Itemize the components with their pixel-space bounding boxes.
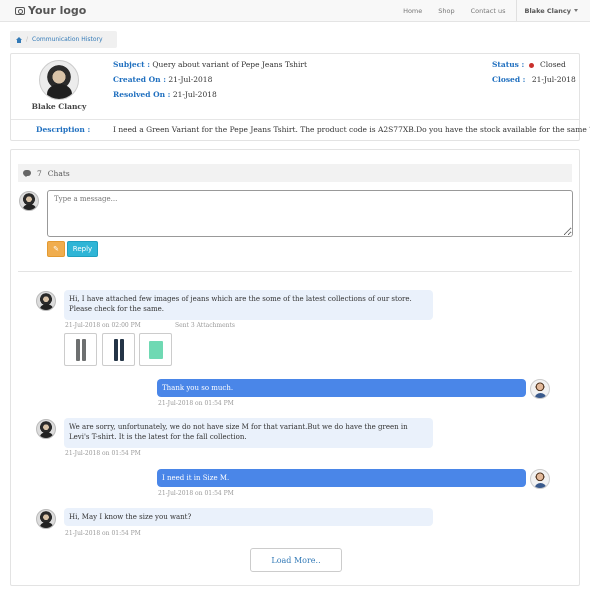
message-timestamp: 21-Jul-2018 on 01:54 PM <box>65 530 141 537</box>
avatar <box>530 469 550 489</box>
message-timestamp: 21-Jul-2018 on 01:54 PM <box>158 400 234 407</box>
message-bubble-incoming: Hi, I have attached few images of jeans … <box>64 290 433 320</box>
ticket-divider <box>11 119 579 120</box>
message-bubble-outgoing: Thank you so much. <box>157 379 526 397</box>
jeans-image-icon <box>75 338 86 361</box>
created-field: Created On : 21-Jul-2018 <box>113 75 212 84</box>
created-value: 21-Jul-2018 <box>168 75 213 84</box>
avatar <box>36 509 56 529</box>
chat-count: 7 <box>37 168 42 178</box>
message-bubble-incoming: Hi, May I know the size you want? <box>64 508 433 526</box>
created-label: Created On : <box>113 75 167 84</box>
description-label-wrap: Description : <box>36 125 90 134</box>
message-bubble-outgoing: I need it in Size M. <box>157 469 526 487</box>
comments-icon <box>23 170 31 177</box>
breadcrumb: / Communication History <box>10 31 117 48</box>
closed-field: Closed : 21-Jul-2018 <box>492 75 576 84</box>
breadcrumb-current[interactable]: Communication History <box>32 36 103 43</box>
description-label: Description : <box>36 125 91 134</box>
user-menu[interactable]: Blake Clancy <box>519 7 583 15</box>
top-navbar: Your logo Home Shop Contact us Blake Cla… <box>0 0 590 22</box>
status-value: Closed <box>540 60 566 69</box>
nav-link-contact[interactable]: Contact us <box>463 7 514 15</box>
avatar <box>36 291 56 311</box>
attach-button[interactable]: ✎ <box>47 241 65 257</box>
chat-panel: 7 Chats ✎ Reply Hi, I have attached few … <box>10 149 580 586</box>
message-timestamp: 21-Jul-2018 on 02:00 PM <box>65 322 141 329</box>
ticket-user-name: Blake Clancy <box>31 102 87 111</box>
chat-divider <box>18 271 572 272</box>
resolved-value: 21-Jul-2018 <box>172 90 217 99</box>
subject-value: Query about variant of Pepe Jeans Tshirt <box>152 60 307 69</box>
resolved-field: Resolved On : 21-Jul-2018 <box>113 90 217 99</box>
message-input[interactable] <box>47 190 573 237</box>
load-more-button[interactable]: Load More.. <box>250 548 342 572</box>
nav-link-shop[interactable]: Shop <box>430 7 462 15</box>
logo-text: Your logo <box>28 4 87 17</box>
nav-link-home[interactable]: Home <box>395 7 430 15</box>
closed-value: 21-Jul-2018 <box>531 75 576 84</box>
attachment-thumbnail[interactable] <box>139 333 172 366</box>
caret-down-icon <box>574 9 578 12</box>
nav-divider <box>515 0 517 21</box>
nav-links: Home Shop Contact us Blake Clancy <box>395 0 582 21</box>
breadcrumb-separator: / <box>26 36 29 43</box>
logo[interactable]: Your logo <box>15 4 86 17</box>
avatar <box>19 191 39 211</box>
reply-button[interactable]: Reply <box>67 241 98 257</box>
chat-count-label: Chats <box>47 168 70 178</box>
attachments-note: Sent 3 Attachments <box>175 322 236 329</box>
message-bubble-incoming: We are sorry, unfortunately, we do not h… <box>64 418 433 448</box>
jeans-image-icon <box>113 338 124 361</box>
avatar <box>530 379 550 399</box>
avatar <box>39 60 79 100</box>
subject-field: Subject : Query about variant of Pepe Je… <box>113 60 307 69</box>
chat-header: 7 Chats <box>18 164 572 182</box>
user-menu-name: Blake Clancy <box>524 6 572 15</box>
closed-label: Closed : <box>492 75 526 84</box>
subject-label: Subject : <box>113 60 151 69</box>
camera-icon <box>15 6 25 15</box>
status-dot-icon <box>528 62 534 68</box>
home-icon[interactable] <box>16 36 22 43</box>
status-field: Status : Closed <box>492 60 566 69</box>
resolved-label: Resolved On : <box>113 90 171 99</box>
attachment-thumbnail[interactable] <box>64 333 97 366</box>
paperclip-icon: ✎ <box>53 245 59 253</box>
description-value: I need a Green Variant for the Pepe Jean… <box>113 125 590 134</box>
ticket-details-panel: Blake Clancy Subject : Query about varia… <box>10 53 590 141</box>
message-timestamp: 21-Jul-2018 on 01:54 PM <box>65 450 141 457</box>
shorts-image-icon <box>148 340 163 359</box>
attachment-thumbnail[interactable] <box>102 333 135 366</box>
message-timestamp: 21-Jul-2018 on 01:54 PM <box>158 490 234 497</box>
avatar <box>36 419 56 439</box>
status-label: Status : <box>492 60 525 69</box>
